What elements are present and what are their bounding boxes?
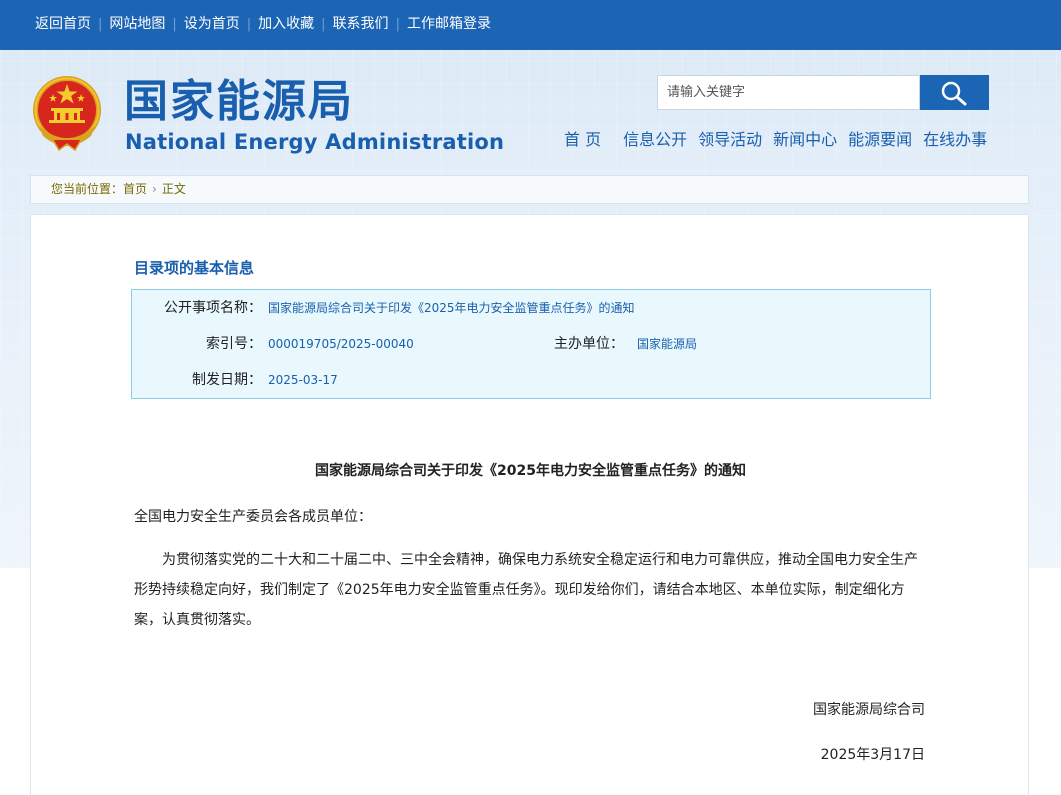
content-panel: 目录项的基本信息 公开事项名称： 国家能源局综合司关于印发《2025年电力安全监…: [30, 214, 1029, 795]
document-salutation: 全国电力安全生产委员会各成员单位：: [134, 509, 372, 525]
top-links: 返回首页 | 网站地图 | 设为首页 | 加入收藏 | 联系我们 | 工作邮箱登…: [28, 15, 498, 33]
document-body: 为贯彻落实党的二十大和二十届二中、三中全会精神，确保电力系统安全稳定运行和电力可…: [134, 552, 918, 628]
top-link-home[interactable]: 返回首页: [28, 15, 98, 33]
org-value: 国家能源局: [637, 337, 698, 351]
breadcrumb-label: 您当前位置：: [51, 182, 124, 196]
nav-energy-news[interactable]: 能源要闻: [848, 130, 912, 150]
nav-info-disclosure[interactable]: 信息公开: [623, 130, 687, 150]
top-utility-bar: 返回首页 | 网站地图 | 设为首页 | 加入收藏 | 联系我们 | 工作邮箱登…: [0, 0, 1061, 50]
index-value: 000019705/2025-00040: [268, 337, 414, 351]
date-label: 制发日期：: [192, 372, 262, 388]
site-logo-english[interactable]: National Energy Administration: [125, 130, 504, 154]
search-button[interactable]: [920, 75, 989, 110]
search-input[interactable]: [657, 75, 920, 110]
site-logo-chinese[interactable]: 国家能源局: [124, 76, 354, 128]
date-value: 2025-03-17: [268, 373, 338, 387]
document-signer: 国家能源局综合司: [813, 702, 925, 718]
national-emblem-icon: [31, 74, 103, 152]
top-link-add-favorite[interactable]: 加入收藏: [251, 15, 321, 33]
meta-info-box: 公开事项名称： 国家能源局综合司关于印发《2025年电力安全监管重点任务》的通知…: [131, 289, 931, 399]
chevron-right-icon: ›: [152, 182, 157, 196]
nav-online-services[interactable]: 在线办事: [923, 130, 987, 150]
search-icon: [941, 81, 967, 106]
breadcrumb-current: 正文: [161, 182, 186, 196]
top-link-work-email-login[interactable]: 工作邮箱登录: [400, 15, 498, 33]
breadcrumb: 您当前位置：首页 › 正文: [30, 175, 1029, 204]
page: 返回首页 | 网站地图 | 设为首页 | 加入收藏 | 联系我们 | 工作邮箱登…: [0, 0, 1061, 795]
document-title: 国家能源局综合司关于印发《2025年电力安全监管重点任务》的通知: [315, 463, 746, 479]
top-link-set-homepage[interactable]: 设为首页: [177, 15, 247, 33]
nav-news-center[interactable]: 新闻中心: [773, 130, 837, 150]
item-name-value: 国家能源局综合司关于印发《2025年电力安全监管重点任务》的通知: [268, 301, 635, 315]
breadcrumb-home[interactable]: 首页: [123, 182, 147, 196]
nav-home[interactable]: 首 页: [564, 130, 601, 150]
item-name-label: 公开事项名称：: [164, 300, 262, 316]
document-sign-date: 2025年3月17日: [820, 747, 925, 763]
org-label: 主办单位：: [554, 336, 624, 352]
meta-heading: 目录项的基本信息: [134, 259, 255, 277]
top-link-contact[interactable]: 联系我们: [326, 15, 396, 33]
nav-leadership-activities[interactable]: 领导活动: [698, 130, 762, 150]
main-nav: 首 页 信息公开 领导活动 新闻中心 能源要闻 在线办事: [560, 130, 998, 150]
top-link-sitemap[interactable]: 网站地图: [102, 15, 172, 33]
index-label: 索引号：: [206, 336, 262, 352]
